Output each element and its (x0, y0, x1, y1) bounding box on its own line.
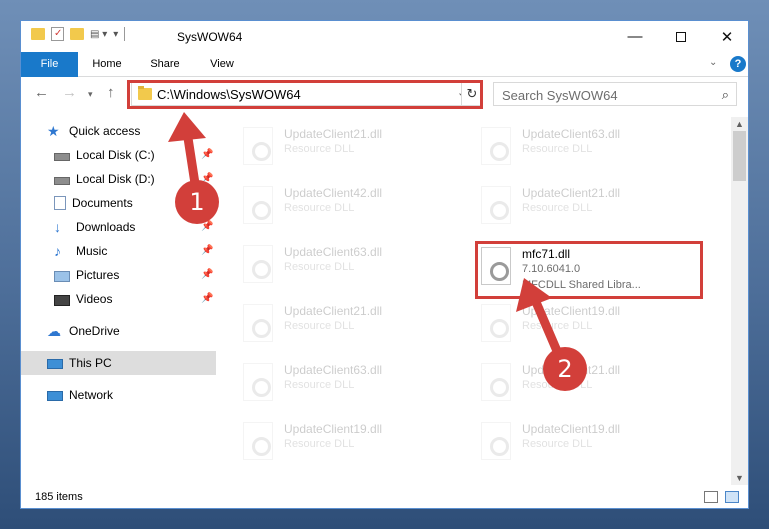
arrow-2 (516, 278, 565, 363)
step-badge-2: 2 (543, 347, 587, 391)
step-badge-1: 1 (175, 180, 219, 224)
arrow-1 (168, 112, 206, 195)
annotation-arrows (168, 112, 565, 363)
